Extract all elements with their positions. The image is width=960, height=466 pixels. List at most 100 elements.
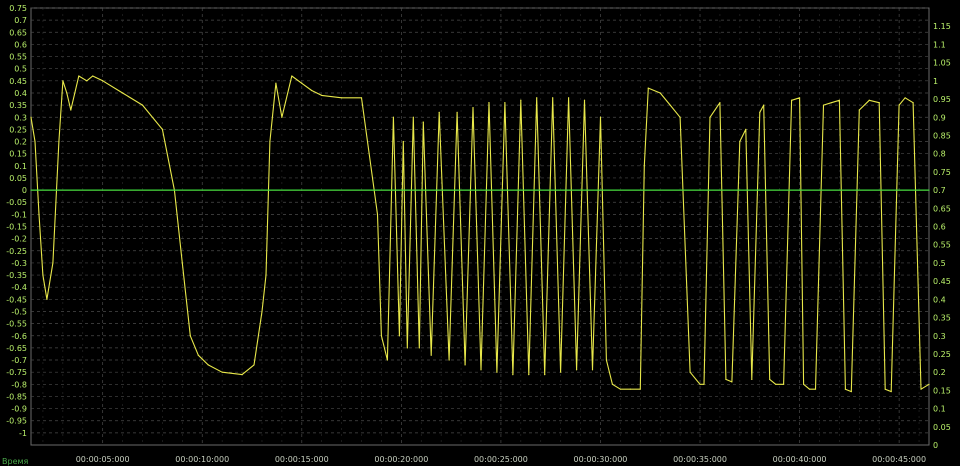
data-point [783,383,785,385]
data-point [928,383,930,385]
y-left-tick-label: -0.5 [11,307,27,316]
y-left-tick-label: -1 [19,429,27,438]
y-left-tick-label: -0.4 [11,283,27,292]
x-axis-label: Время [2,457,29,466]
y-right-tick-label: 1 [933,77,938,86]
data-point [619,388,621,390]
x-tick-label: 00:00:40:000 [773,455,827,464]
data-point [928,189,930,191]
x-tick-label: 00:00:45:000 [872,455,926,464]
data-point [552,97,554,99]
x-tick-label: 00:00:05:000 [76,455,130,464]
data-point [850,390,852,393]
data-point [161,128,164,130]
data-point [731,381,733,383]
data-point [34,140,36,143]
data-point [52,262,54,264]
data-point [798,97,801,99]
data-point [418,347,420,349]
data-point [402,140,404,143]
y-left-tick-label: 0.1 [14,162,27,171]
y-right-tick-label: 0 [933,441,938,450]
data-point [898,104,900,106]
data-point [719,102,721,104]
data-point [281,116,283,118]
data-point [86,80,88,82]
y-left-tick-label: -0.55 [6,320,27,329]
y-right-tick-label: 0.2 [933,368,946,377]
data-point [544,373,546,376]
y-left-tick-label: -0.2 [11,235,27,244]
data-point [759,111,761,113]
data-point [583,99,586,101]
data-point [703,383,705,385]
data-point [265,274,267,276]
data-point [438,111,440,113]
y-left-tick-label: -0.35 [6,271,27,280]
y-right-tick-label: 1.15 [933,22,951,31]
data-point [412,116,414,118]
data-point [275,82,277,84]
data-point [679,116,681,118]
y-left-tick-label: -0.75 [6,368,27,377]
data-point [102,80,104,82]
y-left-tick-label: -0.9 [11,405,27,414]
y-left-tick-label: -0.95 [6,417,27,426]
data-point [890,390,892,393]
data-point [868,99,870,101]
y-left-tick-label: 0.5 [14,65,27,74]
y-left-tick-label: -0.85 [6,392,27,401]
data-point [647,87,649,89]
data-point [822,104,825,106]
data-point [599,116,602,118]
y-right-tick-label: 0.25 [933,350,951,359]
data-point [520,99,522,101]
data-point [639,388,641,390]
y-right-tick-label: 0.35 [933,314,951,323]
data-point [751,378,753,381]
y-left-tick-label: 0.55 [9,53,27,62]
data-point [291,75,293,77]
data-point [739,140,741,143]
data-point [253,364,255,366]
y-left-tick-label: -0.65 [6,344,27,353]
data-point [689,371,691,373]
data-point [912,102,914,104]
y-left-tick-label: 0.65 [9,28,27,37]
y-left-tick-label: -0.7 [11,356,27,365]
data-point [536,97,538,99]
data-point [496,371,498,373]
y-right-tick-label: 0.5 [933,259,946,268]
y-right-tick-label: 0.75 [933,168,951,177]
data-point [42,274,44,276]
data-point [376,213,379,215]
data-point [70,109,72,111]
data-point [709,116,711,118]
data-point [763,104,765,106]
data-point [568,97,570,99]
y-right-tick-label: 0.4 [933,295,946,304]
y-left-tick-label: -0.45 [6,295,27,304]
data-point [504,102,506,104]
data-point [189,335,191,337]
y-left-tick-label: 0.7 [14,16,27,25]
data-point [360,97,363,99]
data-point [560,371,562,373]
data-point [791,99,793,101]
data-point [838,99,840,101]
data-point [611,383,614,385]
x-tick-label: 00:00:20:000 [374,455,428,464]
data-point [920,388,922,390]
y-left-tick-label: -0.25 [6,247,27,256]
data-point [141,104,144,106]
y-right-tick-label: 0.15 [933,386,951,395]
plot-background [0,0,960,466]
data-point [814,388,817,390]
y-right-tick-label: 1.1 [933,40,946,49]
oscilloscope-chart: 0.75 0.7 0.65 0.6 0.55 0.5 0.45 0.4 0.35 0.3 0.25 0… [0,0,960,466]
data-point [769,378,771,381]
data-point [62,80,64,82]
data-point [181,262,183,264]
data-point [321,94,323,96]
data-point [46,298,48,300]
